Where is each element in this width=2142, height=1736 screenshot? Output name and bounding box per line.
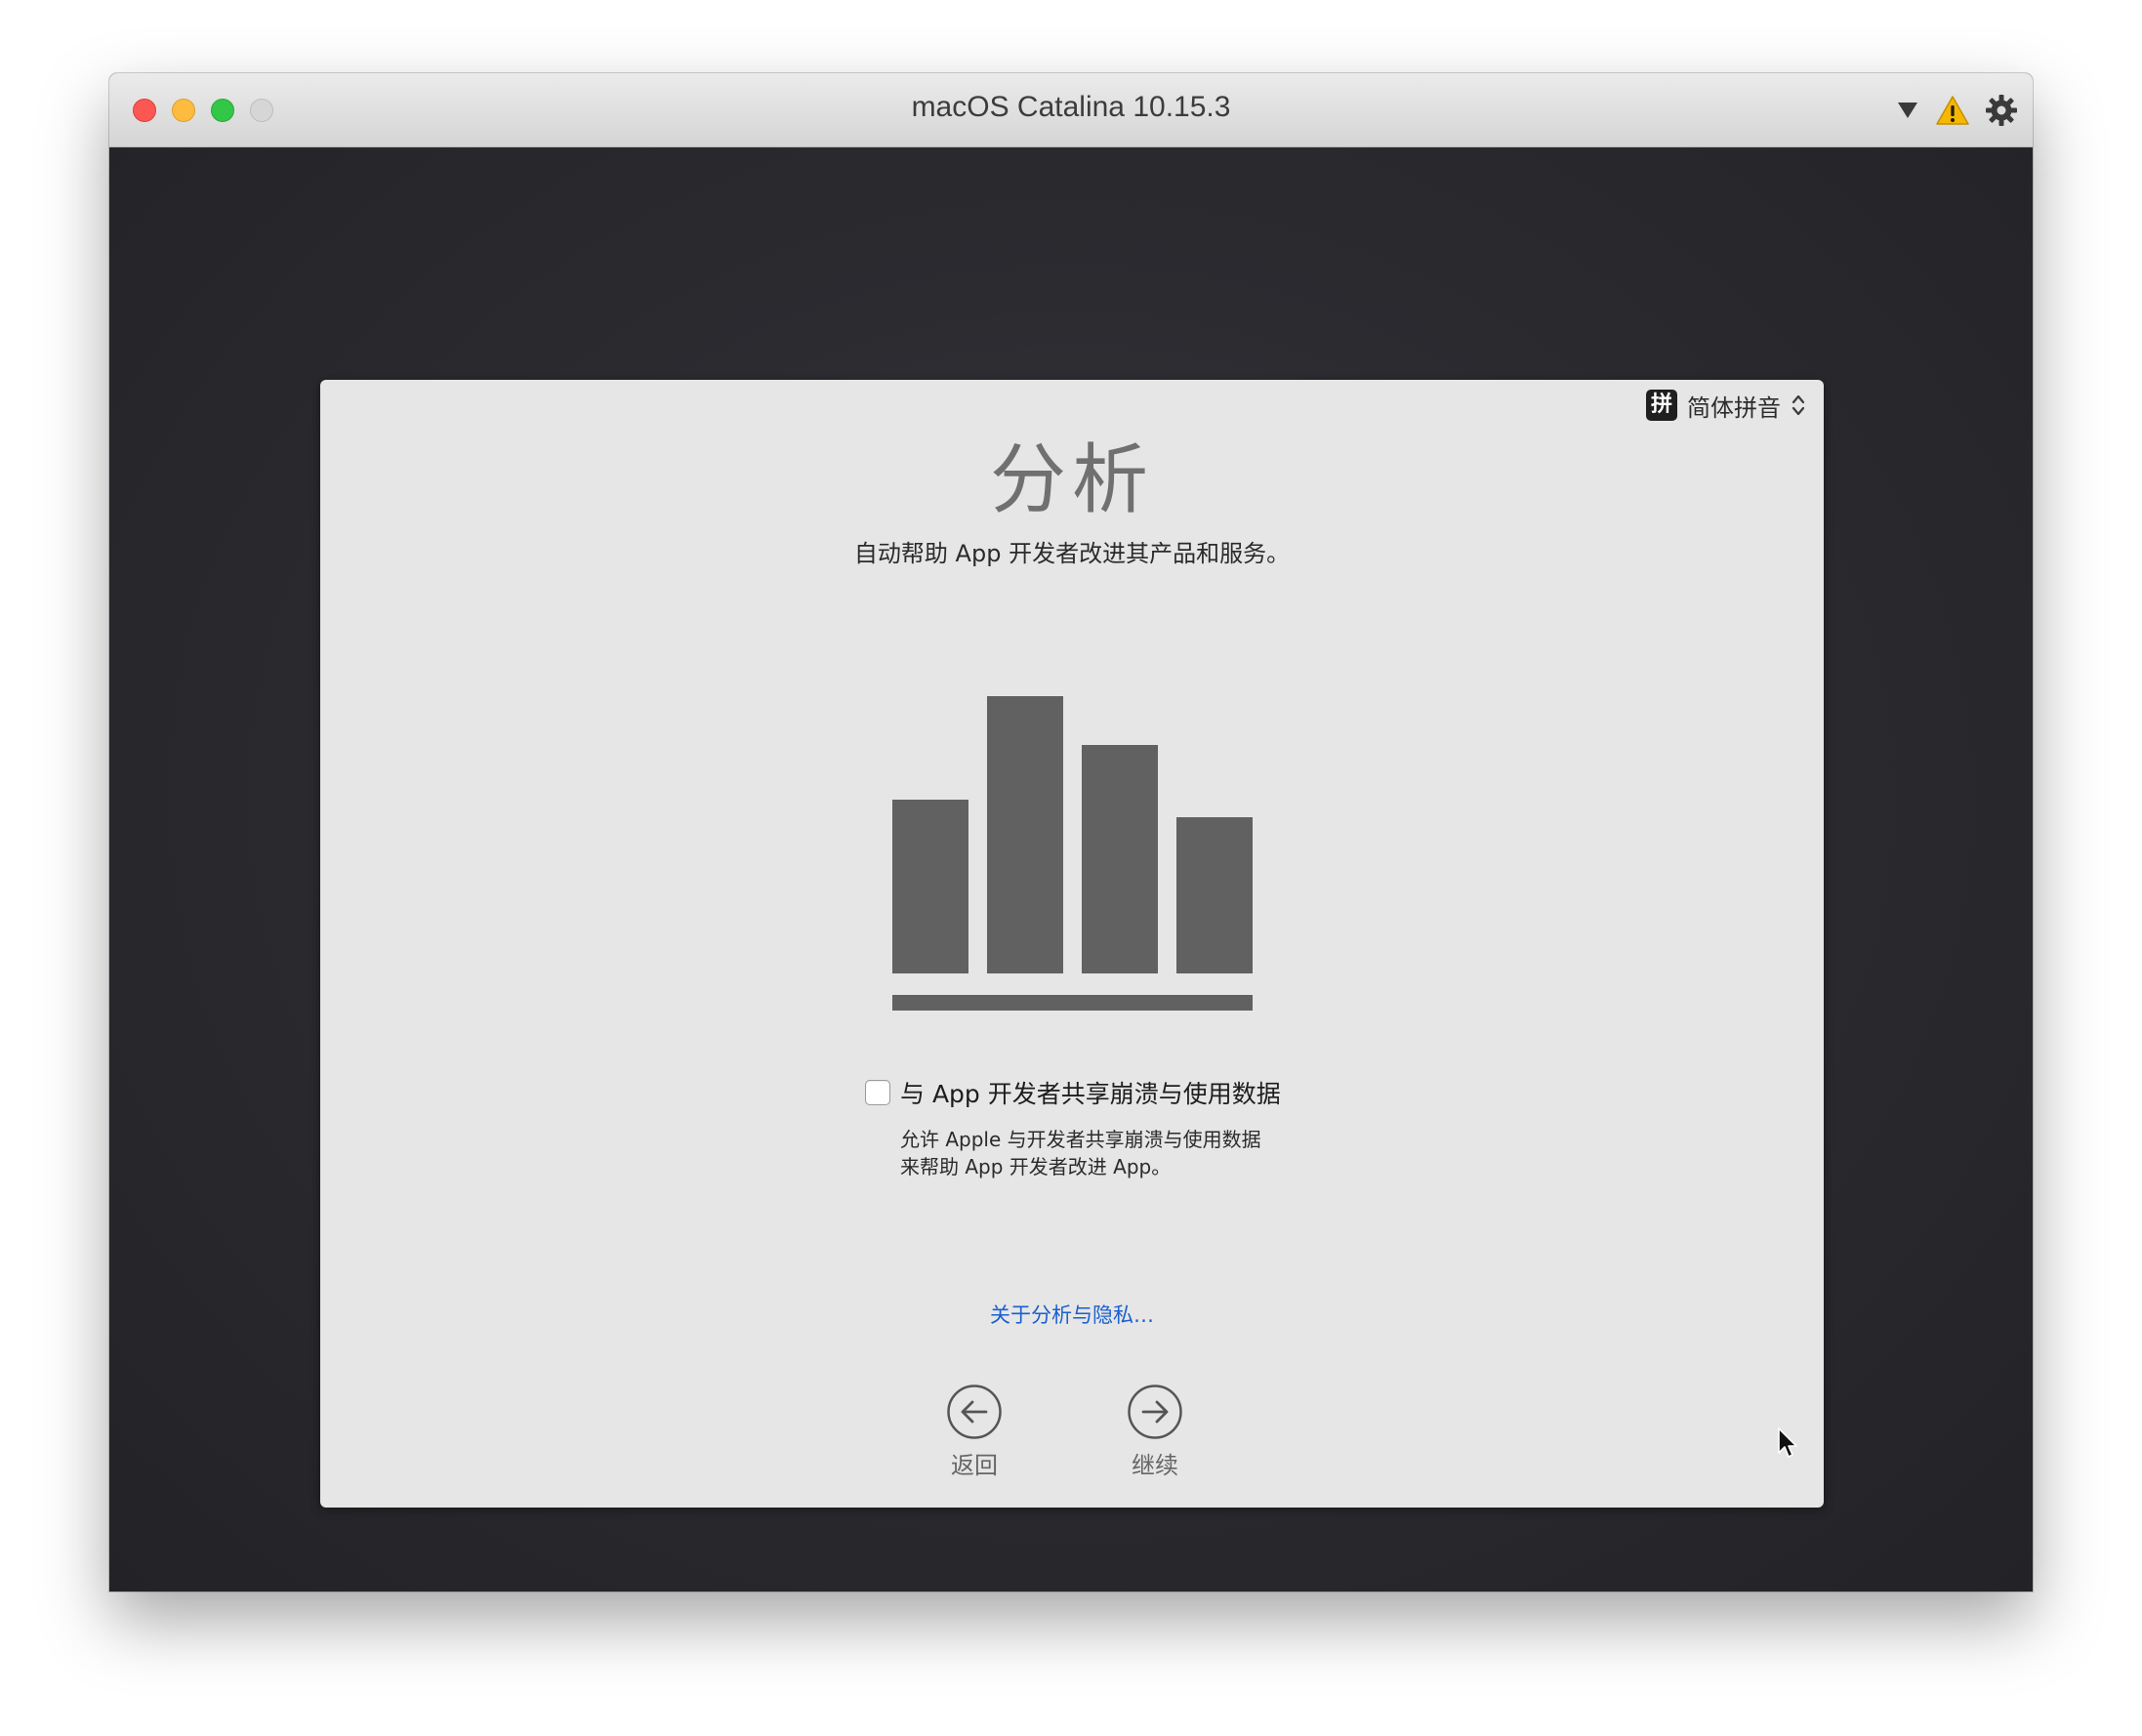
chevron-up-down-icon: [1792, 394, 1805, 416]
back-label: 返回: [951, 1452, 998, 1479]
share-data-checkbox[interactable]: [865, 1080, 890, 1105]
continue-button[interactable]: 继续: [1101, 1384, 1209, 1480]
description-line: 来帮助 App 开发者改进 App。: [900, 1155, 1172, 1178]
dropdown-triangle-icon[interactable]: [1888, 91, 1927, 130]
warning-icon[interactable]: [1933, 91, 1972, 130]
chart-baseline: [892, 995, 1253, 1011]
analytics-bar-chart-icon: [892, 696, 1253, 973]
about-analytics-privacy-link[interactable]: 关于分析与隐私…: [320, 1300, 1824, 1329]
chart-bar-1: [892, 800, 968, 973]
vm-screen: 拼 简体拼音 分析 自动帮助 App 开发者改进其产品和服务。 与 App 开发…: [109, 147, 2033, 1591]
continue-label: 继续: [1132, 1452, 1178, 1479]
chart-bar-4: [1176, 817, 1253, 973]
window-title: macOS Catalina 10.15.3: [911, 91, 1231, 123]
title-bar[interactable]: macOS Catalina 10.15.3: [109, 73, 2033, 147]
input-method-menu[interactable]: 拼 简体拼音: [1646, 388, 1806, 423]
input-method-label: 简体拼音: [1687, 393, 1781, 422]
chart-bar-2: [987, 696, 1063, 973]
chart-bar-3: [1082, 745, 1158, 973]
share-data-label[interactable]: 与 App 开发者共享崩溃与使用数据: [900, 1075, 1281, 1110]
share-data-description: 允许 Apple 与开发者共享崩溃与使用数据 来帮助 App 开发者改进 App…: [900, 1126, 1349, 1180]
description-line: 允许 Apple 与开发者共享崩溃与使用数据: [900, 1128, 1261, 1151]
arrow-left-circle-icon: [947, 1385, 1002, 1439]
page-subtitle: 自动帮助 App 开发者改进其产品和服务。: [853, 540, 1291, 567]
gear-icon[interactable]: [1982, 91, 2021, 130]
setup-assistant-panel: 拼 简体拼音 分析 自动帮助 App 开发者改进其产品和服务。 与 App 开发…: [320, 380, 1824, 1508]
vm-window: macOS Catalina 10.15.3 拼 简体拼音 分析 自动帮助 Ap…: [109, 73, 2033, 1591]
mouse-pointer-icon: [1778, 1427, 1797, 1458]
back-button[interactable]: 返回: [921, 1384, 1028, 1480]
pinyin-input-icon: 拼: [1646, 390, 1677, 421]
page-title: 分析: [989, 436, 1154, 524]
arrow-right-circle-icon: [1128, 1385, 1182, 1439]
share-data-option[interactable]: 与 App 开发者共享崩溃与使用数据: [865, 1075, 1281, 1110]
